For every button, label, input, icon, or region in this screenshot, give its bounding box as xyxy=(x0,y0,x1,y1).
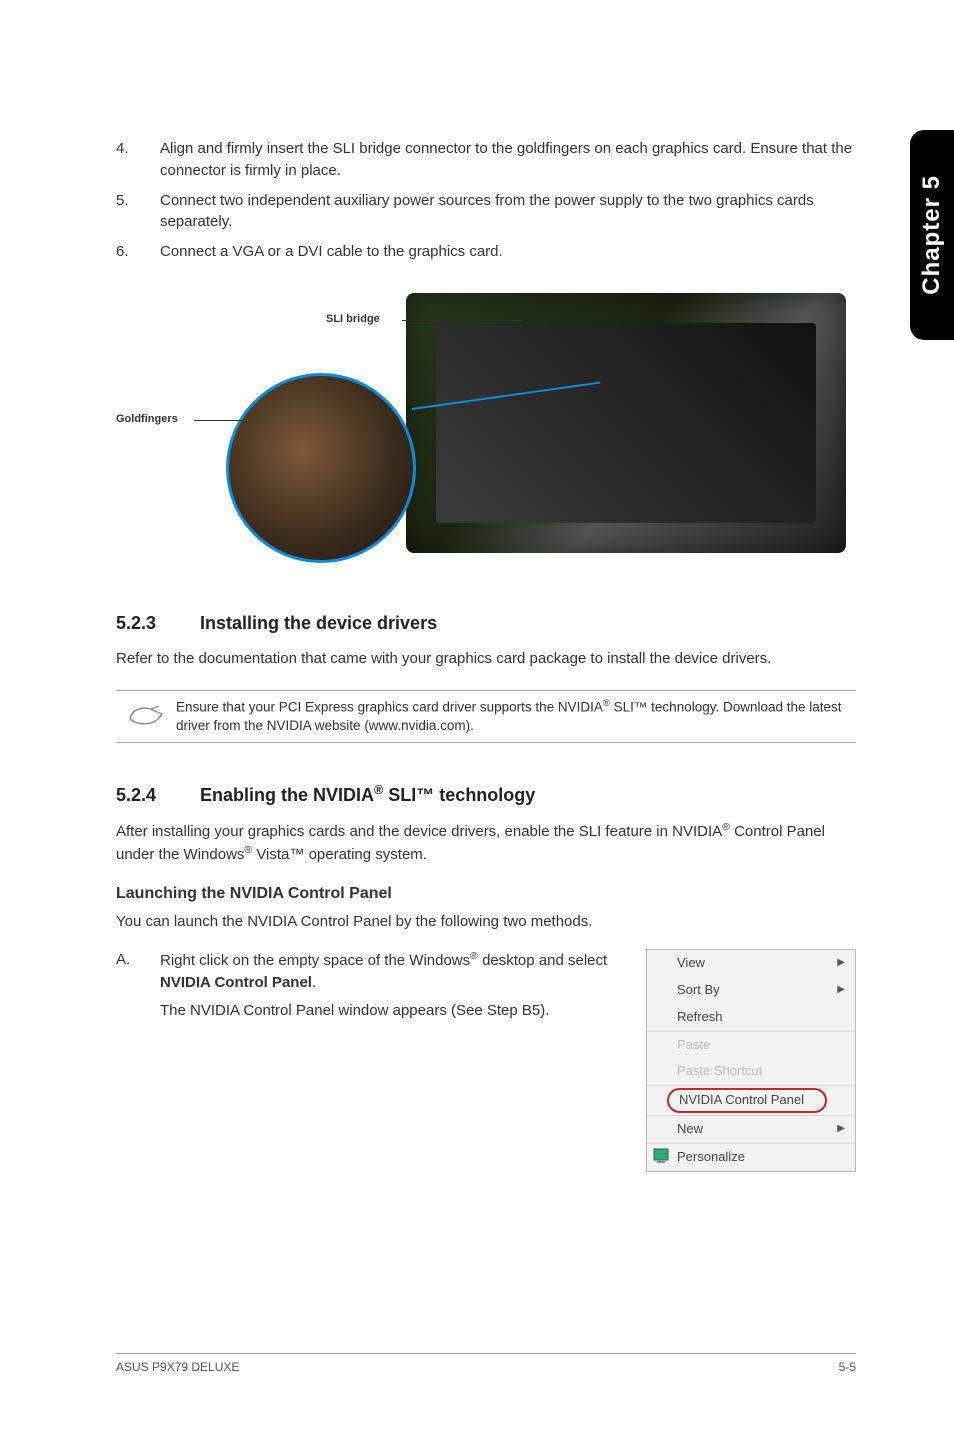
page-footer: ASUS P9X79 DELUXE 5-5 xyxy=(116,1353,856,1374)
note-callout: Ensure that your PCI Express graphics ca… xyxy=(116,690,856,743)
step-paragraph: The NVIDIA Control Panel window appears … xyxy=(160,1000,616,1022)
step-text: Align and firmly insert the SLI bridge c… xyxy=(160,138,856,182)
lettered-step-row: A. Right click on the empty space of the… xyxy=(116,949,856,1172)
goldfingers-leader-line xyxy=(194,420,244,421)
step-text: Connect a VGA or a DVI cable to the grap… xyxy=(160,241,856,263)
submenu-arrow-icon: ▶ xyxy=(837,983,845,998)
highlight-oval: NVIDIA Control Panel xyxy=(667,1088,827,1113)
submenu-arrow-icon: ▶ xyxy=(837,956,845,971)
page-content: 4. Align and firmly insert the SLI bridg… xyxy=(116,138,856,1172)
subsection-body: You can launch the NVIDIA Control Panel … xyxy=(116,911,856,933)
chapter-side-tab-label: Chapter 5 xyxy=(918,175,946,295)
step-text: Connect two independent auxiliary power … xyxy=(160,190,856,234)
footer-page-number: 5-5 xyxy=(839,1360,856,1374)
section-heading-524: 5.2.4Enabling the NVIDIA® SLI™ technolog… xyxy=(116,783,856,806)
step-paragraph: Right click on the empty space of the Wi… xyxy=(160,949,616,994)
menu-item-view[interactable]: View▶ xyxy=(647,950,855,977)
note-hand-icon xyxy=(116,697,176,727)
personalize-icon xyxy=(653,1148,669,1164)
menu-item-paste-shortcut: Paste Shortcut xyxy=(647,1058,855,1086)
step-number: 4. xyxy=(116,138,160,182)
hardware-figure: SLI bridge Goldfingers xyxy=(116,273,856,583)
section-heading-523: 5.2.3Installing the device drivers xyxy=(116,613,856,634)
section-title: Installing the device drivers xyxy=(200,613,437,633)
zoom-inset-circle xyxy=(226,373,416,563)
registered-mark: ® xyxy=(722,821,730,833)
section-body: After installing your graphics cards and… xyxy=(116,820,856,866)
menu-item-personalize[interactable]: Personalize xyxy=(647,1144,855,1171)
numbered-steps: 4. Align and firmly insert the SLI bridg… xyxy=(116,138,856,263)
chapter-side-tab: Chapter 5 xyxy=(910,130,954,340)
note-text: Ensure that your PCI Express graphics ca… xyxy=(176,697,856,736)
submenu-arrow-icon: ▶ xyxy=(837,1122,845,1137)
subsection-heading: Launching the NVIDIA Control Panel xyxy=(116,885,856,903)
section-title-part: Enabling the NVIDIA xyxy=(200,785,374,805)
registered-mark: ® xyxy=(244,844,252,856)
step-item: 6. Connect a VGA or a DVI cable to the g… xyxy=(116,241,856,263)
motherboard-photo xyxy=(406,293,846,553)
section-body: Refer to the documentation that came wit… xyxy=(116,648,856,670)
step-item: 5. Connect two independent auxiliary pow… xyxy=(116,190,856,234)
step-number: 5. xyxy=(116,190,160,234)
step-text-column: Right click on the empty space of the Wi… xyxy=(160,949,636,1172)
menu-item-sort-by[interactable]: Sort By▶ xyxy=(647,977,855,1004)
step-item: 4. Align and firmly insert the SLI bridg… xyxy=(116,138,856,182)
registered-mark: ® xyxy=(470,950,478,962)
section-number: 5.2.3 xyxy=(116,613,200,634)
registered-mark: ® xyxy=(374,783,383,797)
registered-mark: ® xyxy=(603,698,610,709)
menu-item-nvidia-control-panel[interactable]: NVIDIA Control Panel xyxy=(647,1086,855,1116)
step-number: 6. xyxy=(116,241,160,263)
step-letter: A. xyxy=(116,949,160,1172)
goldfingers-label: Goldfingers xyxy=(116,413,178,425)
menu-item-refresh[interactable]: Refresh xyxy=(647,1004,855,1032)
sli-bridge-label: SLI bridge xyxy=(326,313,380,325)
section-number: 5.2.4 xyxy=(116,785,200,806)
menu-item-paste: Paste xyxy=(647,1032,855,1059)
windows-context-menu: View▶ Sort By▶ Refresh Paste Paste Short… xyxy=(646,949,856,1172)
menu-item-new[interactable]: New▶ xyxy=(647,1116,855,1144)
sli-bridge-leader-line xyxy=(402,320,522,321)
footer-product-name: ASUS P9X79 DELUXE xyxy=(116,1360,239,1374)
section-title-part: SLI™ technology xyxy=(383,785,535,805)
